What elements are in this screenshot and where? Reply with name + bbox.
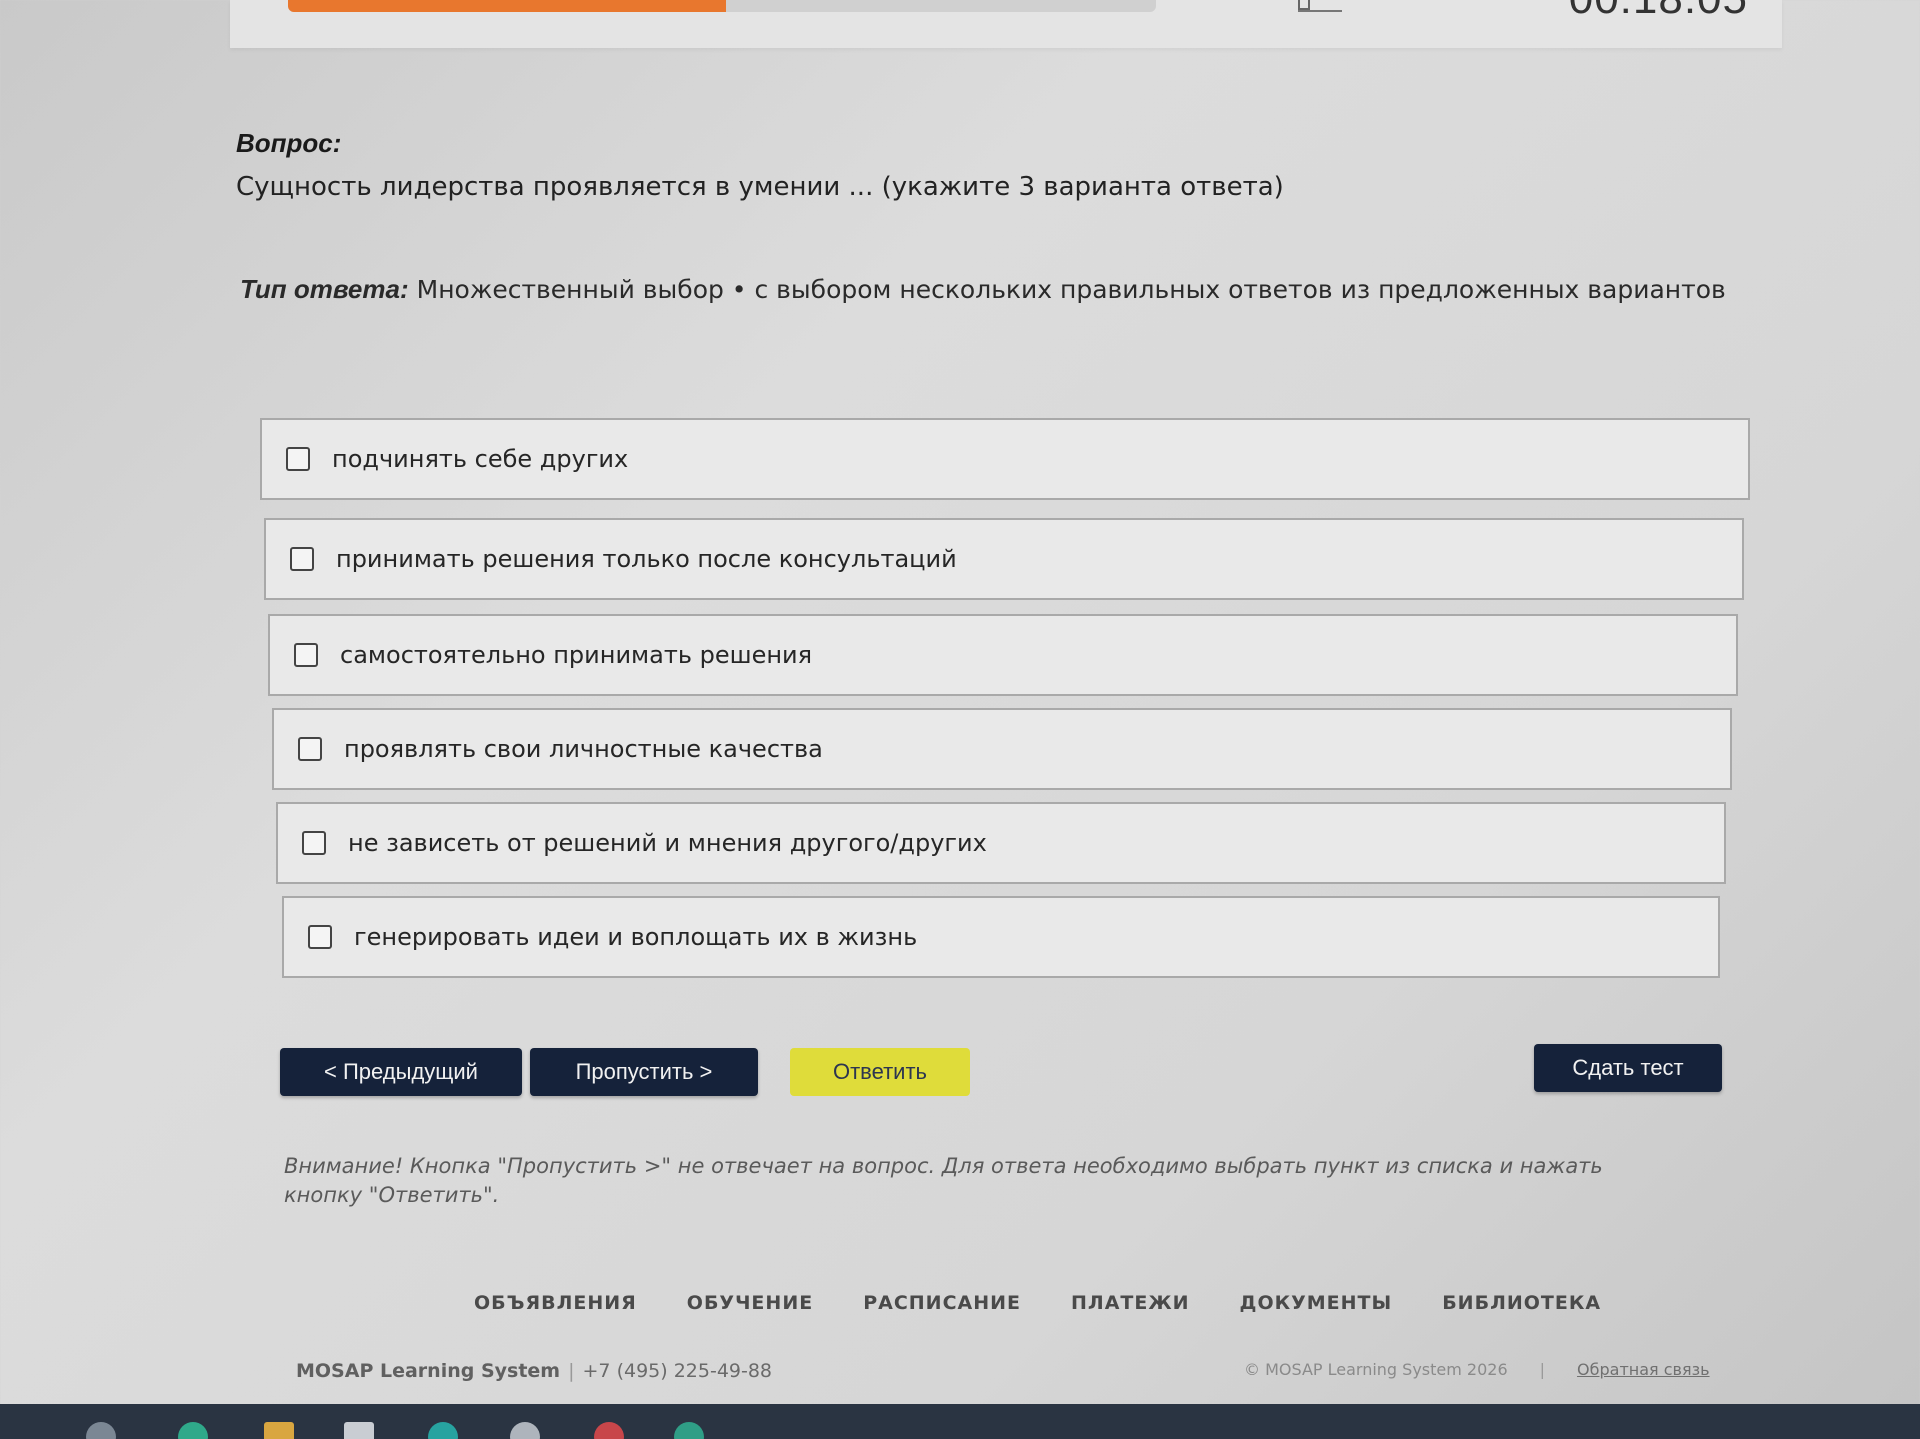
footer-copyright: © MOSAP Learning System 2026 xyxy=(1244,1360,1508,1379)
taskbar-app-icon[interactable] xyxy=(674,1422,704,1439)
footer-link-documents[interactable]: ДОКУМЕНТЫ xyxy=(1240,1292,1393,1314)
option-label: не зависеть от решений и мнения другого/… xyxy=(348,829,987,857)
test-header: 00:18:05 xyxy=(230,0,1782,48)
footer-link-announcements[interactable]: ОБЪЯВЛЕНИЯ xyxy=(474,1292,637,1314)
test-page: 00:18:05 Вопрос: Сущность лидерства проя… xyxy=(0,0,1920,1439)
question-text: Сущность лидерства проявляется в умении … xyxy=(236,172,1284,202)
footer-link-schedule[interactable]: РАСПИСАНИЕ xyxy=(863,1292,1021,1314)
feedback-link[interactable]: Обратная связь xyxy=(1577,1360,1710,1379)
answer-option[interactable]: самостоятельно принимать решения xyxy=(268,614,1738,696)
folder-icon[interactable] xyxy=(264,1422,294,1439)
footer-link-library[interactable]: БИБЛИОТЕКА xyxy=(1442,1292,1601,1314)
answer-option[interactable]: проявлять свои личностные качества xyxy=(272,708,1732,790)
option-label: генерировать идеи и воплощать их в жизнь xyxy=(354,923,918,951)
answer-type: Тип ответа: Множественный выбор • с выбор… xyxy=(240,274,1726,305)
footer-phone: +7 (495) 225-49-88 xyxy=(582,1360,773,1382)
answer-type-label: Тип ответа: xyxy=(240,274,409,304)
timer: 00:18:05 xyxy=(1569,0,1748,24)
skip-button[interactable]: Пропустить > xyxy=(530,1048,758,1096)
footer-brand: MOSAP Learning System xyxy=(296,1360,561,1382)
footer-separator: | xyxy=(1539,1360,1546,1379)
taskbar-app-icon[interactable] xyxy=(510,1422,540,1439)
previous-button[interactable]: < Предыдущий xyxy=(280,1048,522,1096)
taskbar-app-icon[interactable] xyxy=(178,1422,208,1439)
question-label: Вопрос: xyxy=(236,128,342,158)
os-taskbar xyxy=(0,1404,1920,1439)
question-list-icon[interactable] xyxy=(1298,0,1342,12)
footer-contacts: MOSAP Learning System | +7 (495) 225-49-88 xyxy=(296,1360,772,1382)
test-progress-bar xyxy=(288,0,1156,12)
checkbox[interactable] xyxy=(308,925,332,949)
taskbar-app-icon[interactable] xyxy=(594,1422,624,1439)
option-label: самостоятельно принимать решения xyxy=(340,641,813,669)
footer-link-education[interactable]: ОБУЧЕНИЕ xyxy=(687,1292,813,1314)
answer-button[interactable]: Ответить xyxy=(790,1048,970,1096)
test-progress-fill xyxy=(288,0,727,12)
footer-link-payments[interactable]: ПЛАТЕЖИ xyxy=(1071,1292,1190,1314)
skip-notice: Внимание! Кнопка "Пропустить >" не отвеч… xyxy=(284,1154,1603,1207)
submit-test-button[interactable]: Сдать тест xyxy=(1534,1044,1722,1092)
checkbox[interactable] xyxy=(298,737,322,761)
footer-nav: ОБЪЯВЛЕНИЯ ОБУЧЕНИЕ РАСПИСАНИЕ ПЛАТЕЖИ Д… xyxy=(474,1292,1651,1314)
checkbox[interactable] xyxy=(294,643,318,667)
taskbar-app-icon[interactable] xyxy=(344,1422,374,1439)
footer-separator: | xyxy=(568,1360,575,1382)
answer-option[interactable]: генерировать идеи и воплощать их в жизнь xyxy=(282,896,1720,978)
option-label: подчинять себе других xyxy=(332,445,629,473)
footer-meta: © MOSAP Learning System 2026 | Обратная … xyxy=(1244,1360,1710,1379)
answer-option[interactable]: не зависеть от решений и мнения другого/… xyxy=(276,802,1726,884)
checkbox[interactable] xyxy=(302,831,326,855)
answer-option[interactable]: подчинять себе других xyxy=(260,418,1750,500)
checkbox[interactable] xyxy=(286,447,310,471)
answer-option[interactable]: принимать решения только после консульта… xyxy=(264,518,1744,600)
taskbar-app-icon[interactable] xyxy=(428,1422,458,1439)
taskbar-app-icon[interactable] xyxy=(86,1422,116,1439)
checkbox[interactable] xyxy=(290,547,314,571)
option-label: принимать решения только после консульта… xyxy=(336,545,957,573)
option-label: проявлять свои личностные качества xyxy=(344,735,823,763)
answer-type-value: Множественный выбор • с выбором нескольк… xyxy=(416,275,1726,304)
